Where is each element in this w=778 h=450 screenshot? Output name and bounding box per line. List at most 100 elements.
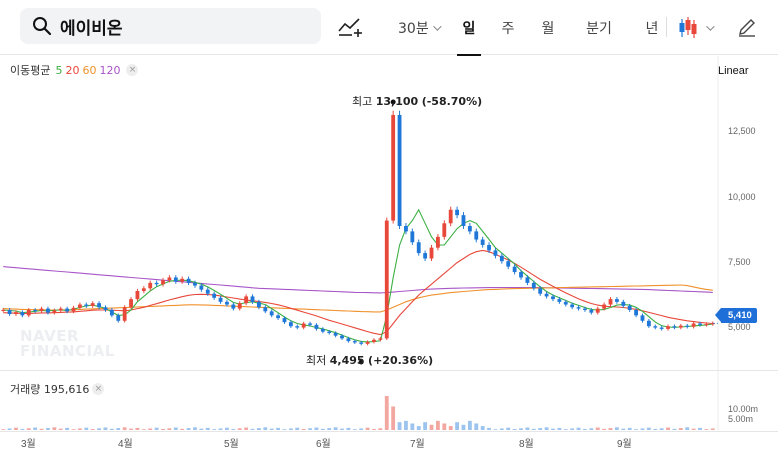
y-axis-label: 5,000 xyxy=(728,322,751,332)
volume-bar xyxy=(244,427,249,430)
search-icon[interactable] xyxy=(32,16,52,36)
candle xyxy=(65,308,70,312)
x-axis-label: 7월 xyxy=(410,439,425,450)
candle xyxy=(423,253,428,259)
candle xyxy=(39,308,44,312)
volume-bar xyxy=(589,428,594,430)
volume-bar xyxy=(551,428,555,430)
candle xyxy=(71,307,76,312)
candle xyxy=(276,315,281,319)
candle xyxy=(493,250,498,256)
candle xyxy=(26,309,31,316)
search-input[interactable] xyxy=(60,16,300,36)
volume-bar xyxy=(135,427,140,430)
candle xyxy=(282,318,287,323)
toolbar-divider xyxy=(666,17,667,37)
candle xyxy=(646,320,651,327)
volume-bar xyxy=(301,429,306,430)
volume-bar xyxy=(148,428,153,430)
candle xyxy=(186,278,191,283)
stock-search-box[interactable] xyxy=(20,8,321,44)
volume-bar xyxy=(646,427,651,430)
volume-bar xyxy=(333,427,338,430)
candle xyxy=(589,309,594,313)
volume-bar xyxy=(71,429,76,430)
volume-bar xyxy=(653,429,658,430)
volume-label: 거래량 xyxy=(10,383,41,396)
candle xyxy=(467,226,472,232)
tab-quarter[interactable]: 분기 xyxy=(568,0,630,55)
candle xyxy=(263,307,268,312)
volume-bar xyxy=(26,428,31,430)
candle xyxy=(487,244,491,251)
candle xyxy=(52,310,57,313)
volume-bar xyxy=(474,423,479,430)
candle xyxy=(666,326,670,329)
volume-bar xyxy=(698,427,702,430)
volume-bar xyxy=(167,428,172,430)
candle xyxy=(519,272,523,278)
candle xyxy=(557,299,562,302)
candle xyxy=(7,309,12,315)
volume-bar xyxy=(480,426,485,430)
line-chart-plus-icon[interactable] xyxy=(338,14,364,38)
volume-bar xyxy=(58,428,63,430)
volume-bar xyxy=(423,422,428,430)
price-chart[interactable] xyxy=(0,56,778,432)
tab-week[interactable]: 주 xyxy=(488,0,528,55)
candle xyxy=(231,304,236,309)
candle xyxy=(180,278,185,282)
candle xyxy=(563,301,568,305)
candle xyxy=(608,299,613,305)
volume-bar xyxy=(442,423,447,430)
candle xyxy=(58,308,63,311)
volume-scale-label: 10.00m xyxy=(728,404,759,414)
candle xyxy=(288,322,293,327)
tab-year[interactable]: 년 xyxy=(630,0,674,55)
tab-month[interactable]: 월 xyxy=(528,0,568,55)
candle xyxy=(237,303,242,309)
period-tabs: 30분 일 주 월 분기 년 xyxy=(392,0,674,56)
candle xyxy=(340,335,344,339)
candle xyxy=(225,301,229,305)
candle xyxy=(77,304,82,308)
candle xyxy=(173,277,178,282)
volume-bar xyxy=(46,428,50,430)
tab-year-label: 년 xyxy=(645,20,659,37)
candle xyxy=(448,209,453,224)
volume-bar xyxy=(20,429,25,430)
pencil-icon[interactable] xyxy=(736,16,758,38)
candle xyxy=(346,338,351,342)
close-icon[interactable]: × xyxy=(92,383,105,395)
tab-day-label: 일 xyxy=(462,20,476,37)
volume-bar xyxy=(384,396,389,430)
candle xyxy=(193,282,197,286)
x-axis-label: 9월 xyxy=(617,439,632,450)
volume-bar xyxy=(378,428,383,430)
x-axis-label: 5월 xyxy=(224,439,239,450)
candle xyxy=(672,326,677,328)
volume-bar xyxy=(416,426,421,430)
candle xyxy=(212,293,217,298)
tab-30min-label: 30분 xyxy=(398,20,429,37)
candle xyxy=(602,304,607,309)
naver-financial-watermark: NAVER FINANCIAL xyxy=(20,329,115,359)
volume-bar xyxy=(231,429,236,430)
volume-legend: 거래량 195,616 × xyxy=(10,381,105,397)
tab-day[interactable]: 일 xyxy=(450,0,488,56)
chart-type-dropdown[interactable] xyxy=(678,16,715,40)
tab-30min[interactable]: 30분 xyxy=(392,0,450,55)
volume-bar xyxy=(161,429,165,430)
volume-bar xyxy=(33,427,38,430)
high-annotation: 최고 13,100 (-58.70%) xyxy=(352,93,482,109)
candle xyxy=(218,297,223,302)
candle xyxy=(627,305,632,310)
candle xyxy=(384,220,389,339)
volume-bar xyxy=(391,406,396,430)
volume-bar xyxy=(461,424,466,430)
volume-bar xyxy=(288,428,293,430)
low-label: 최저 xyxy=(306,354,327,367)
x-axis-label: 8월 xyxy=(519,439,534,450)
candle xyxy=(372,339,376,342)
volume-bar xyxy=(154,427,159,430)
